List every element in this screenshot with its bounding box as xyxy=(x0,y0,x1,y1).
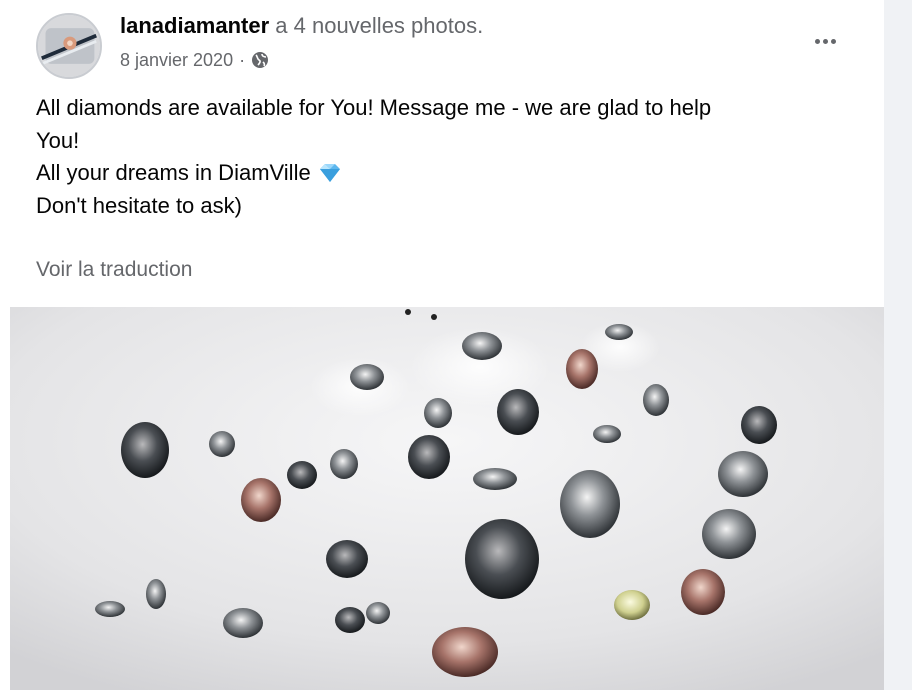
post-card: lanadiamanter a 4 nouvelles photos. 8 ja… xyxy=(0,0,884,690)
post-text-line: Don't hesitate to ask) xyxy=(36,192,242,218)
author-avatar[interactable] xyxy=(36,13,102,79)
post-meta: 8 janvier 2020 · xyxy=(120,48,269,72)
right-sidebar-background xyxy=(884,0,912,690)
meta-separator: · xyxy=(239,50,246,70)
more-options-icon xyxy=(814,38,820,44)
post-photo[interactable] xyxy=(10,307,884,690)
diamonds-photo xyxy=(10,307,884,690)
post-text-line: All diamonds are available for You! Mess… xyxy=(36,95,712,120)
post-date-link[interactable]: 8 janvier 2020 xyxy=(120,48,233,72)
post-text-line-with-emoji: All your dreams in DiamVille xyxy=(36,157,874,190)
more-options-dot xyxy=(822,38,828,44)
globe-icon[interactable] xyxy=(251,51,269,69)
post-text-line: You! xyxy=(36,127,80,153)
more-options-button[interactable] xyxy=(808,26,842,56)
post-header: lanadiamanter a 4 nouvelles photos. xyxy=(120,12,483,40)
post-action-text: a 4 nouvelles photos. xyxy=(269,13,484,38)
diamond-icon xyxy=(317,160,343,182)
post-text-line: All your dreams in DiamVille xyxy=(36,160,311,185)
author-name-link[interactable]: lanadiamanter xyxy=(120,13,269,38)
more-options-dot xyxy=(830,38,836,44)
post-text: All diamonds are available for You! Mess… xyxy=(36,92,874,222)
see-translation-link[interactable]: Voir la traduction xyxy=(36,255,192,285)
avatar-image xyxy=(38,15,100,77)
